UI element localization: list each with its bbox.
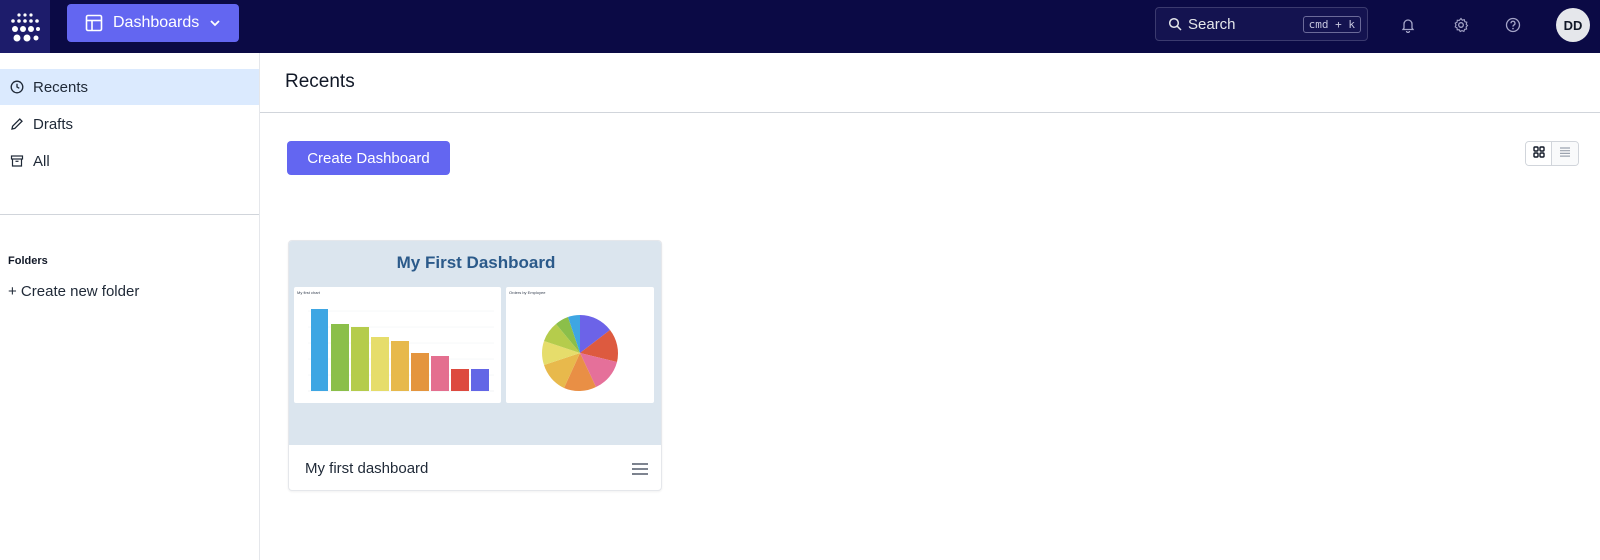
logo-icon[interactable] <box>0 0 50 53</box>
search-label: Search <box>1188 15 1236 33</box>
create-dashboard-button[interactable]: Create Dashboard <box>287 141 450 175</box>
thumbnail-title: My First Dashboard <box>396 253 556 272</box>
top-bar: Dashboards Search cmd + k DD <box>0 0 1600 53</box>
archive-icon <box>10 154 24 168</box>
bar <box>411 353 429 391</box>
view-mode-toggle <box>1525 141 1579 166</box>
dashboards-menu-label: Dashboards <box>113 14 200 31</box>
list-icon <box>1559 145 1571 163</box>
folders-heading: Folders <box>8 255 48 267</box>
chevron-down-icon <box>209 17 221 29</box>
dashboards-menu-button[interactable]: Dashboards <box>67 4 239 42</box>
sidebar-item-all[interactable]: All <box>0 143 259 179</box>
sidebar-item-label: Drafts <box>33 115 74 133</box>
search-icon <box>1168 17 1182 31</box>
sidebar-item-recents[interactable]: Recents <box>0 69 259 105</box>
pie-panel-title: Orders by Employee <box>509 290 546 295</box>
sidebar-item-drafts[interactable]: Drafts <box>0 106 259 142</box>
bar <box>471 369 489 391</box>
bell-icon[interactable] <box>1397 14 1419 36</box>
user-avatar[interactable]: DD <box>1556 8 1590 42</box>
thumbnail-pie-chart <box>542 315 619 392</box>
thumbnail-bar-chart <box>308 309 494 392</box>
bar <box>311 309 328 391</box>
dashboard-thumbnail[interactable]: My First Dashboard My first chart Orders… <box>289 241 661 445</box>
dashboard-card-name[interactable]: My first dashboard <box>305 460 631 477</box>
gear-icon[interactable] <box>1450 14 1472 36</box>
thumbnail-pie-panel: Orders by Employee <box>506 287 654 403</box>
sidebar-item-label: Recents <box>33 78 89 96</box>
bar <box>371 337 389 391</box>
hamburger-menu-icon[interactable] <box>631 462 649 476</box>
main-header: Recents <box>260 53 1600 113</box>
bar <box>391 341 409 391</box>
bar <box>451 369 469 391</box>
create-new-folder-link[interactable]: + Create new folder <box>8 283 139 300</box>
search-box[interactable]: Search cmd + k <box>1155 7 1368 41</box>
bar <box>351 327 369 391</box>
list-view-button[interactable] <box>1552 142 1578 165</box>
dashboard-icon <box>85 14 103 32</box>
bar <box>331 324 349 391</box>
pencil-icon <box>10 117 24 131</box>
thumbnail-bar-panel: My first chart <box>294 287 501 403</box>
grid-icon <box>1532 145 1545 163</box>
sidebar: Recents Drafts All Folders + Create new … <box>0 53 260 560</box>
clock-icon <box>10 80 24 94</box>
sidebar-divider <box>0 214 259 215</box>
sidebar-item-label: All <box>33 152 50 170</box>
bar <box>431 356 449 391</box>
dashboard-card-footer: My first dashboard <box>289 445 661 490</box>
grid-view-button[interactable] <box>1526 142 1553 165</box>
dashboard-card[interactable]: My First Dashboard My first chart Orders… <box>288 240 662 491</box>
help-icon[interactable] <box>1502 14 1524 36</box>
page-title: Recents <box>285 71 355 92</box>
search-shortcut: cmd + k <box>1302 15 1361 33</box>
bar-panel-title: My first chart <box>297 290 320 295</box>
